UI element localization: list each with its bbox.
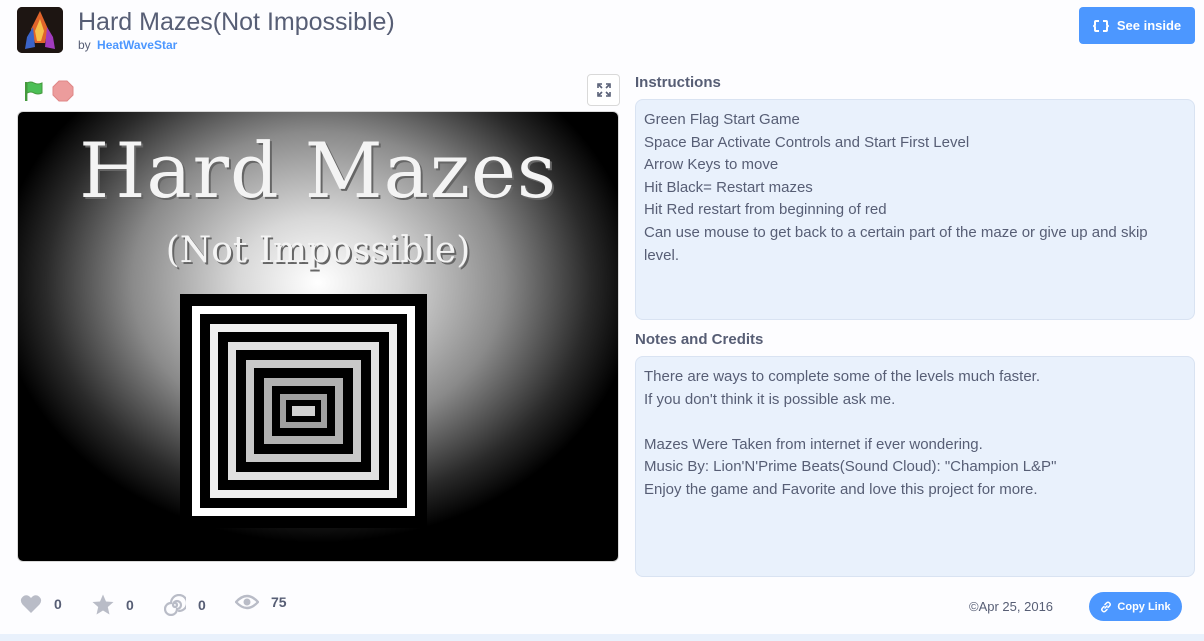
- copy-link-button[interactable]: Copy Link: [1089, 592, 1182, 621]
- share-date-text: Apr 25, 2016: [978, 599, 1054, 614]
- notes-line: Mazes Were Taken from internet if ever w…: [644, 435, 983, 453]
- notes-line: There are ways to complete some of the l…: [644, 368, 1041, 385]
- love-count: 0: [54, 596, 62, 612]
- notes-box: There are ways to complete some of the l…: [635, 356, 1195, 577]
- favorite-count: 0: [126, 596, 134, 613]
- remix-stat[interactable]: 0: [164, 594, 206, 616]
- notes-line: Music By: Lion'N'Prime Beats(Sound Cloud…: [644, 458, 1057, 476]
- notes-line: Enjoy the game and Favorite and love thi…: [644, 480, 1038, 498]
- eye-icon: [235, 594, 259, 610]
- project-header: Hard Mazes(Not Impossible) by HeatWaveSt…: [0, 0, 1204, 60]
- green-flag-icon[interactable]: [22, 80, 44, 102]
- instruction-line: Arrow Keys to move: [644, 156, 779, 174]
- maze-graphic: [180, 294, 427, 528]
- stage-subtitle-art: (Not Impossible): [165, 230, 471, 271]
- remix-icon: [164, 594, 186, 616]
- author-link[interactable]: HeatWaveStar: [97, 38, 177, 52]
- instruction-line: Can use mouse to get back to a certain p…: [644, 223, 1148, 264]
- love-stat[interactable]: 0: [20, 594, 62, 614]
- copy-link-icon: [1101, 601, 1112, 612]
- star-icon: [92, 594, 114, 615]
- heart-icon: [20, 595, 42, 613]
- see-inside-icon: [1092, 19, 1109, 32]
- instructions-box: Green Flag Start Game Space Bar Activate…: [635, 99, 1195, 320]
- instructions-heading: Instructions: [635, 74, 721, 91]
- bottom-strip: [0, 634, 1204, 641]
- player-controls: [17, 74, 621, 106]
- see-inside-button[interactable]: See inside: [1079, 7, 1195, 44]
- see-inside-label: See inside: [1116, 18, 1182, 33]
- instruction-line: Green Flag Start Game: [644, 111, 800, 128]
- fullscreen-icon: [596, 83, 611, 97]
- project-stage[interactable]: Hard Mazes (Not Impossible): [17, 111, 619, 562]
- clock-icon: ©: [969, 599, 979, 614]
- project-title: Hard Mazes(Not Impossible): [78, 8, 395, 36]
- instruction-line: Hit Red restart from beginning of red: [644, 201, 887, 219]
- remix-count: 0: [198, 597, 206, 613]
- stage-title-art: Hard Mazes: [79, 126, 557, 215]
- favorite-stat[interactable]: 0: [92, 594, 134, 615]
- view-stat: 75: [235, 594, 287, 610]
- by-label: by: [78, 38, 91, 52]
- view-count: 75: [271, 594, 287, 610]
- stop-icon[interactable]: [52, 80, 74, 102]
- author-avatar[interactable]: [17, 7, 63, 53]
- byline: by HeatWaveStar: [78, 38, 177, 52]
- instruction-line: Hit Black= Restart mazes: [644, 178, 813, 196]
- notes-line: If you don't think it is possible ask me…: [644, 390, 896, 408]
- notes-line: [644, 411, 1186, 434]
- share-date: ©Apr 25, 2016: [969, 599, 1053, 614]
- notes-heading: Notes and Credits: [635, 331, 764, 348]
- copy-link-label: Copy Link: [1117, 600, 1171, 613]
- fullscreen-button[interactable]: [587, 74, 620, 106]
- instruction-line: Space Bar Activate Controls and Start Fi…: [644, 133, 970, 151]
